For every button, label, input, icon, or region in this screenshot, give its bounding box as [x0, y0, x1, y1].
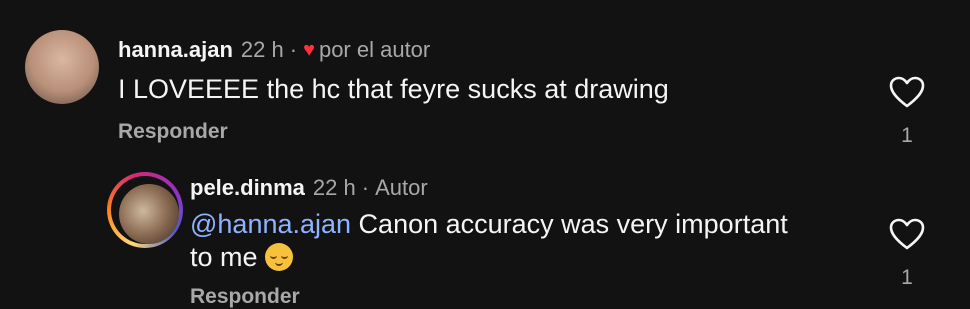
- timestamp: 22 h: [240, 37, 284, 62]
- like-button[interactable]: 1: [887, 218, 927, 290]
- story-ring[interactable]: [107, 172, 183, 248]
- heart-icon: ♥: [303, 38, 315, 61]
- reply-button[interactable]: Responder: [118, 120, 228, 144]
- username[interactable]: pele.dinma: [190, 175, 305, 201]
- separator: ·: [289, 37, 298, 62]
- avatar[interactable]: [25, 30, 99, 104]
- relieved-face-emoji-icon: [265, 243, 294, 271]
- comment-meta: pele.dinma 22 h · Autor: [190, 175, 428, 201]
- comment-text: @hanna.ajan Canon accuracy was very impo…: [190, 208, 788, 274]
- mention-link[interactable]: @hanna.ajan: [190, 209, 351, 239]
- comment-text: I LOVEEEE the hc that feyre sucks at dra…: [118, 74, 669, 104]
- comment-text-line-1: Canon accuracy was very important: [351, 209, 788, 239]
- like-count: 1: [901, 124, 913, 147]
- comment-text-line-2: to me: [190, 242, 266, 272]
- liked-by-author-label: por el autor: [318, 37, 431, 62]
- heart-outline-icon: [889, 218, 925, 250]
- like-count: 1: [901, 266, 913, 289]
- author-badge: Autor: [375, 175, 428, 200]
- like-button[interactable]: 1: [887, 76, 927, 148]
- avatar: [119, 184, 179, 244]
- reply-button[interactable]: Responder: [190, 285, 300, 309]
- username[interactable]: hanna.ajan: [118, 37, 233, 63]
- heart-outline-icon: [889, 76, 925, 108]
- timestamp: 22 h: [312, 175, 356, 200]
- separator: ·: [361, 175, 370, 200]
- comment-meta: hanna.ajan 22 h · ♥ por el autor: [118, 37, 430, 63]
